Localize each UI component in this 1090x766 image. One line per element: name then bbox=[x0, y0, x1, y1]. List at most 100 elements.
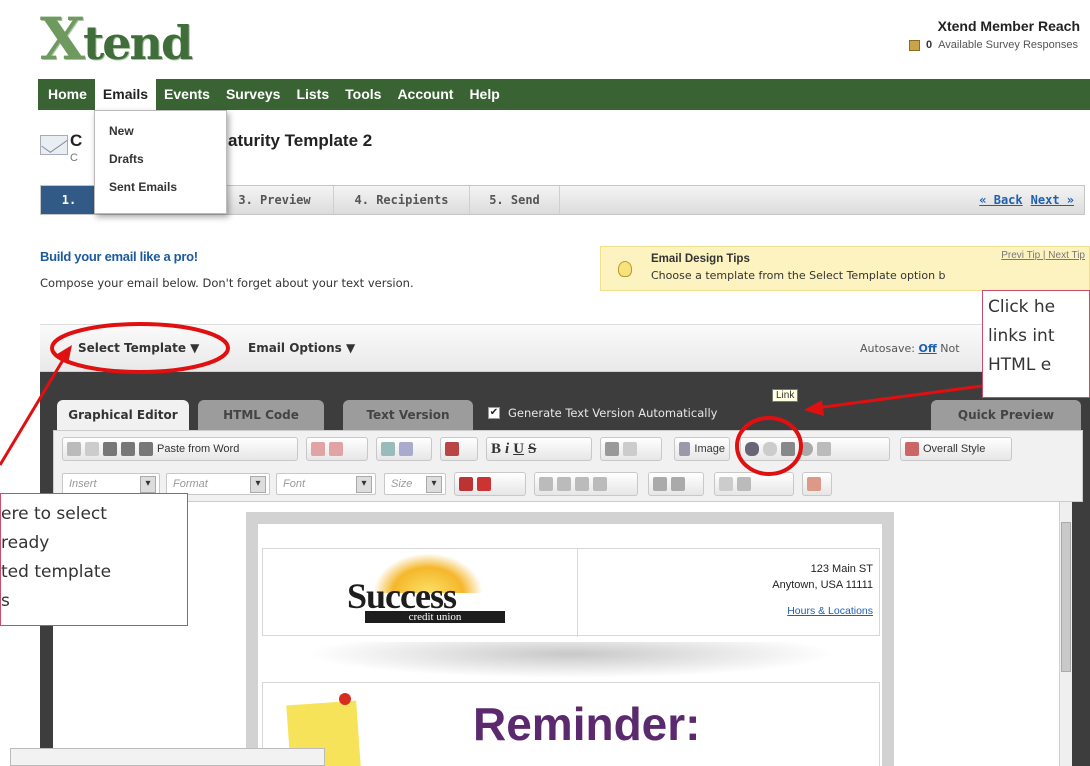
nav-home[interactable]: Home bbox=[40, 79, 95, 110]
autosave-status: Autosave: Off Not bbox=[860, 342, 960, 355]
cut-icon[interactable] bbox=[67, 442, 81, 456]
nav-surveys[interactable]: Surveys bbox=[218, 79, 288, 110]
paste-from-word-button[interactable]: Paste from Word bbox=[157, 443, 239, 455]
paste-icon[interactable] bbox=[103, 442, 117, 456]
back-link[interactable]: « Back bbox=[979, 186, 1022, 214]
step-navigation: « Back Next » bbox=[979, 186, 1084, 214]
color-group bbox=[454, 472, 526, 496]
survey-responses[interactable]: 0 Available Survey Responses bbox=[909, 39, 1078, 51]
menu-item-sent-emails[interactable]: Sent Emails bbox=[95, 173, 226, 201]
image-group: Image bbox=[674, 437, 730, 461]
tab-text-version[interactable]: Text Version bbox=[343, 400, 473, 430]
overall-style-group: Overall Style bbox=[900, 437, 1012, 461]
copy-icon[interactable] bbox=[85, 442, 99, 456]
survey-label: Available Survey Responses bbox=[938, 39, 1078, 51]
indent-icon[interactable] bbox=[737, 477, 751, 491]
find-icon[interactable] bbox=[381, 442, 395, 456]
horizontal-rule-icon[interactable] bbox=[817, 442, 831, 456]
email-header[interactable]: Success credit union 123 Main ST Anytown… bbox=[262, 548, 880, 637]
generate-text-option[interactable]: ✔ Generate Text Version Automatically bbox=[488, 406, 717, 420]
link-icon[interactable] bbox=[745, 442, 759, 456]
link-group bbox=[740, 437, 890, 461]
email-options-button[interactable]: Email Options ▼ bbox=[248, 341, 355, 355]
bottom-panel bbox=[10, 748, 325, 766]
overall-style-icon[interactable] bbox=[905, 442, 919, 456]
insert-select[interactable]: Insert bbox=[62, 473, 160, 495]
menu-item-new[interactable]: New bbox=[95, 117, 226, 145]
nav-help[interactable]: Help bbox=[461, 79, 507, 110]
align-left-icon[interactable] bbox=[539, 477, 553, 491]
eraser-icon[interactable] bbox=[807, 477, 821, 491]
flash-icon[interactable] bbox=[799, 442, 813, 456]
font-select[interactable]: Font bbox=[276, 473, 376, 495]
find-group bbox=[376, 437, 432, 461]
table-icon[interactable] bbox=[605, 442, 619, 456]
emails-dropdown-menu: New Drafts Sent Emails bbox=[94, 110, 227, 214]
image-button[interactable]: Image bbox=[694, 443, 725, 455]
redo-icon[interactable] bbox=[329, 442, 343, 456]
autosave-toggle[interactable]: Off bbox=[919, 342, 937, 355]
main-nav: Home Emails Events Surveys Lists Tools A… bbox=[38, 79, 1090, 110]
tips-text: Choose a template from the Select Templa… bbox=[651, 269, 946, 282]
undo-redo-group bbox=[306, 437, 368, 461]
step-3-preview[interactable]: 3. Preview bbox=[216, 186, 334, 214]
email-content-block[interactable]: Reminder: bbox=[262, 682, 880, 766]
credit-union-label: credit union bbox=[365, 611, 505, 623]
format-select[interactable]: Format bbox=[166, 473, 270, 495]
format-painter-icon[interactable] bbox=[445, 442, 459, 456]
xtend-logo[interactable]: Xtend bbox=[40, 10, 193, 68]
align-right-icon[interactable] bbox=[575, 477, 589, 491]
callout-select-template: ere to select ready ted template s bbox=[0, 493, 188, 626]
italic-icon[interactable]: i bbox=[505, 441, 509, 458]
underline-icon[interactable]: U bbox=[513, 441, 524, 458]
text-color-icon[interactable] bbox=[459, 477, 473, 491]
hours-locations-link[interactable]: Hours & Locations bbox=[733, 605, 873, 617]
undo-icon[interactable] bbox=[311, 442, 325, 456]
nav-lists[interactable]: Lists bbox=[288, 79, 337, 110]
bulleted-list-icon[interactable] bbox=[671, 477, 685, 491]
table-options-icon[interactable] bbox=[623, 442, 637, 456]
quick-preview-button[interactable]: Quick Preview bbox=[931, 400, 1081, 430]
numbered-list-icon[interactable] bbox=[653, 477, 667, 491]
spellcheck-icon[interactable] bbox=[399, 442, 413, 456]
nav-events[interactable]: Events bbox=[156, 79, 218, 110]
build-title: Build your email like a pro! bbox=[40, 249, 198, 264]
scroll-thumb[interactable] bbox=[1061, 522, 1071, 672]
size-select[interactable]: Size bbox=[384, 473, 446, 495]
canvas-scrollbar[interactable] bbox=[1059, 502, 1072, 766]
select-template-button[interactable]: Select Template ▼ bbox=[78, 341, 199, 355]
align-center-icon[interactable] bbox=[557, 477, 571, 491]
reminder-heading: Reminder: bbox=[473, 698, 701, 750]
align-group bbox=[534, 472, 638, 496]
tab-html-code[interactable]: HTML Code bbox=[198, 400, 324, 430]
next-link[interactable]: Next » bbox=[1031, 186, 1074, 214]
nav-tools[interactable]: Tools bbox=[337, 79, 389, 110]
editor-canvas[interactable]: Success credit union 123 Main ST Anytown… bbox=[53, 502, 1072, 766]
page-title: aturity Template 2 bbox=[228, 131, 373, 150]
generate-text-checkbox[interactable]: ✔ bbox=[488, 407, 500, 419]
image-icon[interactable] bbox=[679, 442, 691, 456]
link-tooltip: Link bbox=[772, 389, 799, 402]
step-1[interactable]: 1. bbox=[41, 186, 98, 214]
member-reach-title: Xtend Member Reach bbox=[937, 18, 1080, 34]
clipboard-group: Paste from Word bbox=[62, 437, 298, 461]
align-justify-icon[interactable] bbox=[593, 477, 607, 491]
overall-style-button[interactable]: Overall Style bbox=[923, 443, 985, 455]
tips-navigation[interactable]: Previ Tip | Next Tip bbox=[1001, 250, 1085, 261]
survey-icon bbox=[909, 39, 921, 51]
strikethrough-icon[interactable]: S bbox=[528, 441, 536, 458]
nav-account[interactable]: Account bbox=[389, 79, 461, 110]
outdent-icon[interactable] bbox=[719, 477, 733, 491]
bold-icon[interactable]: B bbox=[491, 441, 501, 458]
unlink-icon[interactable] bbox=[763, 442, 777, 456]
tab-graphical-editor[interactable]: Graphical Editor bbox=[57, 400, 189, 430]
lightbulb-icon bbox=[618, 261, 632, 277]
nav-emails[interactable]: Emails bbox=[94, 79, 157, 110]
step-5-send[interactable]: 5. Send bbox=[470, 186, 560, 214]
step-4-recipients[interactable]: 4. Recipients bbox=[334, 186, 470, 214]
paste-text-icon[interactable] bbox=[121, 442, 135, 456]
menu-item-drafts[interactable]: Drafts bbox=[95, 145, 226, 173]
background-color-icon[interactable] bbox=[477, 477, 491, 491]
anchor-icon[interactable] bbox=[781, 442, 795, 456]
paste-word-icon[interactable] bbox=[139, 442, 153, 456]
